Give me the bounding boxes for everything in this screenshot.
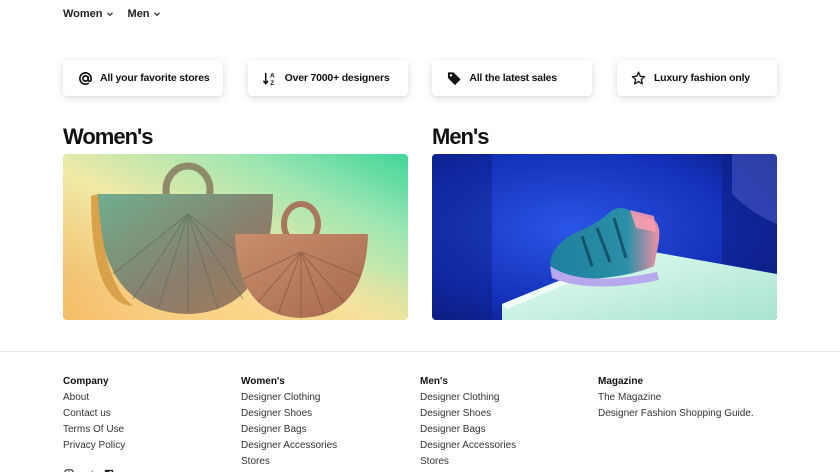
feature-highlights: All your favorite stores AZ Over 7000+ d… — [63, 60, 777, 96]
footer-link-magazine[interactable]: The Magazine — [598, 392, 768, 408]
mens-category: Men's — [432, 124, 777, 320]
footer-link-mens-stores[interactable]: Stores — [420, 456, 590, 472]
feature-card-luxury: Luxury fashion only — [616, 60, 777, 96]
twitter-icon[interactable] — [83, 466, 95, 472]
footer-heading: Women's — [241, 376, 285, 387]
nav-women-label: Women — [63, 8, 103, 20]
footer-link-shopping-guide[interactable]: Designer Fashion Shopping Guide. — [598, 408, 768, 424]
svg-text:Z: Z — [270, 80, 274, 86]
footer-link-womens-stores[interactable]: Stores — [241, 456, 411, 472]
footer-link-womens-clothing[interactable]: Designer Clothing — [241, 392, 411, 408]
footer-column-womens: Women's Designer Clothing Designer Shoes… — [241, 376, 411, 472]
footer-link-mens-bags[interactable]: Designer Bags — [420, 424, 590, 440]
instagram-icon[interactable] — [63, 466, 75, 472]
nav-men-dropdown[interactable]: Men — [128, 8, 161, 20]
footer-link-mens-clothing[interactable]: Designer Clothing — [420, 392, 590, 408]
womens-category: Women's — [63, 124, 408, 320]
mens-category-image[interactable] — [432, 154, 777, 320]
footer-link-mens-accessories[interactable]: Designer Accessories — [420, 440, 590, 456]
star-outline-icon — [631, 70, 647, 86]
footer-link-privacy[interactable]: Privacy Policy — [63, 440, 233, 456]
footer-link-womens-bags[interactable]: Designer Bags — [241, 424, 411, 440]
footer-link-about[interactable]: About — [63, 392, 233, 408]
social-links — [63, 466, 115, 472]
nav-women-dropdown[interactable]: Women — [63, 8, 114, 20]
feature-label: Luxury fashion only — [653, 72, 750, 84]
feature-card-stores: All your favorite stores — [63, 60, 223, 96]
facebook-icon[interactable] — [103, 466, 115, 472]
footer-link-womens-accessories[interactable]: Designer Accessories — [241, 440, 411, 456]
feature-label: Over 7000+ designers — [284, 72, 390, 84]
feature-label: All the latest sales — [469, 72, 557, 84]
chevron-down-icon — [153, 12, 160, 17]
sort-az-icon: AZ — [262, 70, 278, 86]
nav-men-label: Men — [127, 8, 150, 20]
top-nav: Women Men — [63, 8, 161, 20]
footer-heading: Company — [63, 376, 109, 387]
footer-link-terms[interactable]: Terms Of Use — [63, 424, 233, 440]
footer-heading: Magazine — [598, 376, 644, 387]
price-tag-icon — [446, 70, 462, 86]
footer-link-contact[interactable]: Contact us — [63, 408, 233, 424]
footer-link-mens-shoes[interactable]: Designer Shoes — [420, 408, 590, 424]
footer-column-magazine: Magazine The Magazine Designer Fashion S… — [598, 376, 768, 424]
at-sign-icon — [77, 70, 93, 86]
footer-divider — [0, 351, 840, 352]
svg-text:A: A — [270, 72, 275, 79]
footer-heading: Men's — [420, 376, 448, 387]
footer-link-womens-shoes[interactable]: Designer Shoes — [241, 408, 411, 424]
footer-column-company: Company About Contact us Terms Of Use Pr… — [63, 376, 233, 456]
womens-category-image[interactable] — [63, 154, 408, 320]
footer-column-mens: Men's Designer Clothing Designer Shoes D… — [420, 376, 590, 472]
feature-card-sales: All the latest sales — [432, 60, 593, 96]
mens-category-title[interactable]: Men's — [432, 124, 777, 154]
feature-card-designers: AZ Over 7000+ designers — [247, 60, 408, 96]
womens-category-title[interactable]: Women's — [63, 124, 408, 154]
chevron-down-icon — [106, 12, 113, 17]
feature-label: All your favorite stores — [100, 72, 210, 84]
